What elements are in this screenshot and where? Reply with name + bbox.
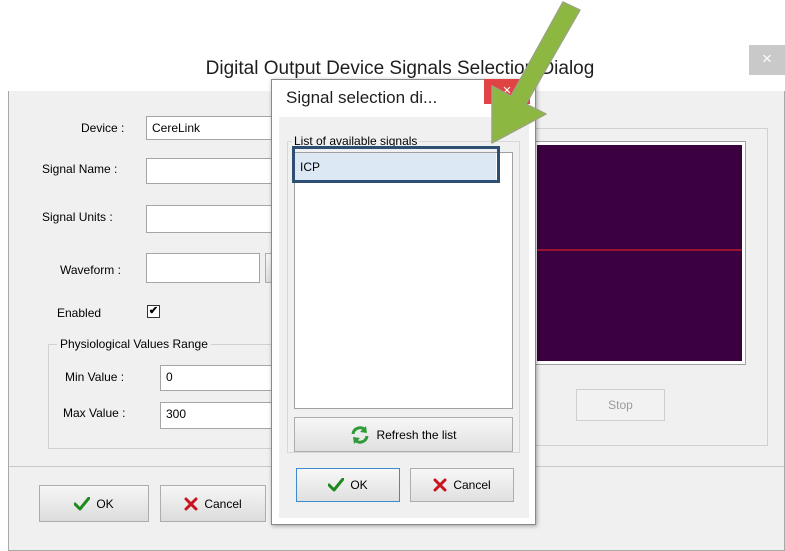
arrow-down-left-icon [491, 1, 581, 144]
main-close-button[interactable]: × [749, 45, 785, 75]
min-value-label: Min Value : [65, 370, 125, 384]
range-groupbox [48, 344, 278, 449]
checkmark-icon: ✔ [148, 305, 159, 317]
min-value-input[interactable]: 0 [160, 365, 276, 391]
enabled-checkbox[interactable]: ✔ [147, 305, 160, 318]
preview-background [537, 145, 742, 361]
main-cancel-button[interactable]: Cancel [160, 485, 266, 522]
device-label: Device : [81, 121, 125, 135]
highlight-box [292, 146, 500, 183]
signal-ok-label: OK [350, 478, 368, 492]
enabled-label: Enabled [57, 306, 102, 320]
close-icon: × [762, 49, 772, 68]
waveform-input[interactable] [146, 253, 260, 283]
signal-cancel-label: Cancel [453, 478, 491, 492]
check-icon [328, 478, 345, 492]
signal-dialog-title: Signal selection di... [286, 88, 438, 107]
main-ok-label: OK [96, 496, 114, 511]
waveform-preview [537, 145, 742, 361]
refresh-label: Refresh the list [376, 427, 457, 442]
check-icon [74, 496, 91, 510]
waveform-label: Waveform : [60, 263, 121, 277]
stop-button-label: Stop [608, 398, 633, 412]
max-value-label: Max Value : [63, 406, 126, 420]
max-value-input[interactable]: 300 [160, 402, 276, 429]
signal-ok-button[interactable]: OK [296, 468, 400, 502]
x-icon [433, 478, 447, 492]
stop-button[interactable]: Stop [576, 389, 665, 421]
signal-units-input[interactable] [146, 205, 276, 233]
refresh-list-button[interactable]: Refresh the list [294, 417, 513, 452]
main-cancel-label: Cancel [204, 496, 242, 511]
range-group-label: Physiological Values Range [57, 337, 211, 351]
signal-units-label: Signal Units : [42, 210, 113, 224]
signal-name-label: Signal Name : [42, 162, 118, 176]
main-ok-button[interactable]: OK [39, 485, 149, 522]
signal-name-input[interactable] [146, 158, 276, 184]
device-select[interactable]: CereLink [146, 116, 276, 140]
signal-cancel-button[interactable]: Cancel [410, 468, 514, 502]
signals-listbox[interactable] [294, 152, 513, 409]
waveform-preview-frame [533, 141, 746, 365]
x-icon [184, 497, 198, 510]
refresh-icon [351, 425, 369, 444]
